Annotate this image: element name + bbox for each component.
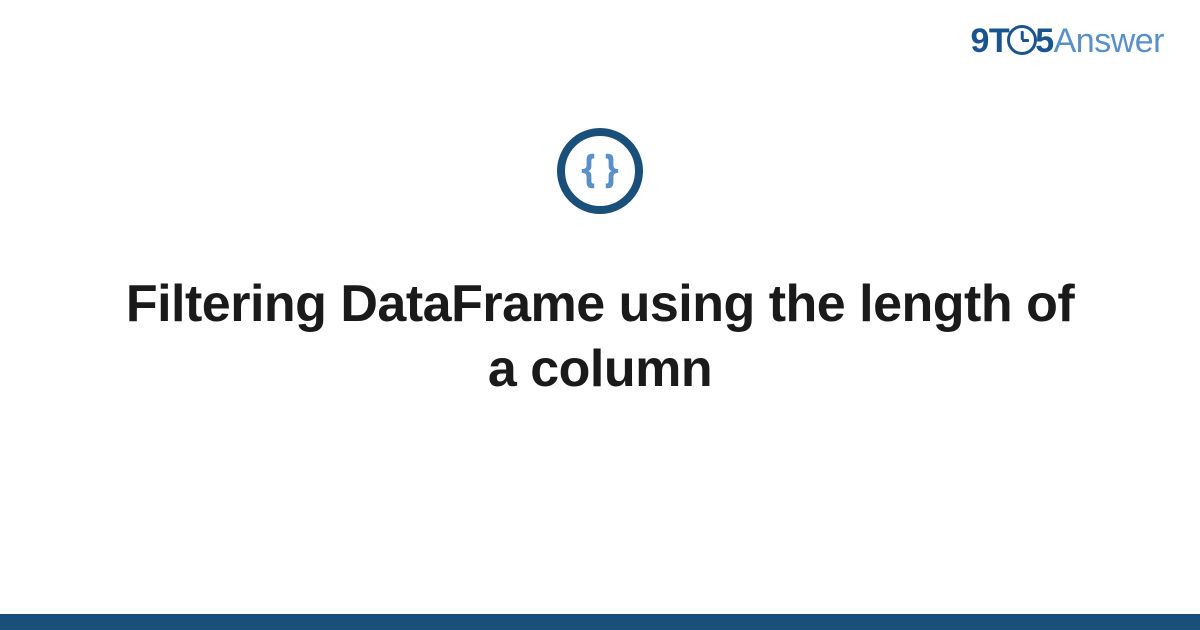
main-content: Filtering DataFrame using the length of … (0, 128, 1200, 402)
footer-accent-bar (0, 614, 1200, 630)
logo-text-9t: 9T (971, 22, 1010, 60)
code-braces-icon (577, 148, 623, 194)
logo-text-5: 5 (1035, 22, 1053, 60)
page-title: Filtering DataFrame using the length of … (110, 272, 1090, 402)
clock-icon (1007, 25, 1037, 55)
logo-text-answer: Answer (1054, 22, 1164, 60)
site-logo: 9T 5Answer (971, 22, 1164, 61)
topic-icon-circle (557, 128, 643, 214)
